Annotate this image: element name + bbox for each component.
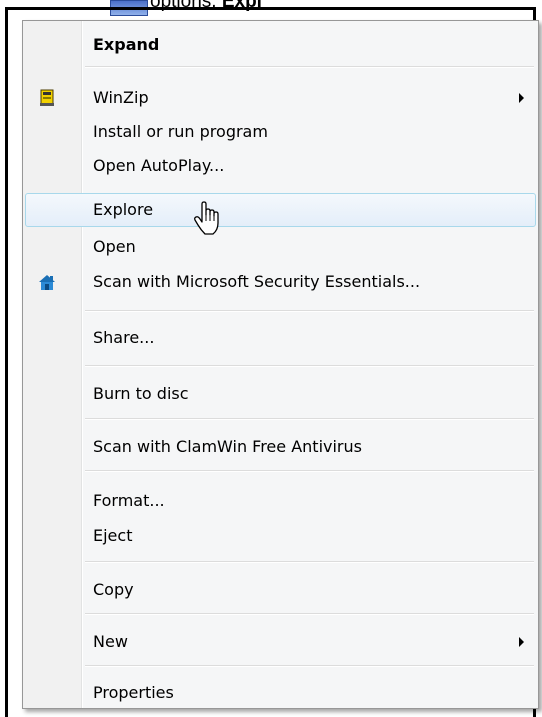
winzip-icon (37, 88, 57, 108)
menu-item-label: Scan with ClamWin Free Antivirus (93, 437, 362, 456)
menu-item-label: Explore (93, 200, 154, 219)
menu-item-label: Scan with Microsoft Security Essentials.… (93, 272, 421, 291)
menu-item-winzip[interactable]: WinZip (25, 81, 536, 115)
menu-item-explore[interactable]: Explore (25, 193, 536, 227)
menu-item-scan-clamwin[interactable]: Scan with ClamWin Free Antivirus (25, 430, 536, 464)
menu-item-expand[interactable]: Expand (25, 28, 536, 62)
menu-item-label: Copy (93, 580, 134, 599)
menu-item-label: Share... (93, 328, 155, 347)
menu-item-label: Open AutoPlay... (93, 156, 225, 175)
menu-item-label: WinZip (93, 88, 149, 107)
menu-item-label: Properties (93, 683, 174, 702)
menu-item-share[interactable]: Share... (25, 321, 536, 355)
menu-item-copy[interactable]: Copy (25, 573, 536, 607)
menu-item-properties[interactable]: Properties (25, 676, 536, 710)
menu-item-label: New (93, 632, 128, 651)
menu-separator (85, 613, 534, 615)
menu-separator (85, 418, 534, 420)
menu-item-scan-mse[interactable]: Scan with Microsoft Security Essentials.… (25, 265, 536, 299)
menu-item-format[interactable]: Format... (25, 484, 536, 518)
menu-separator (85, 470, 534, 472)
menu-item-burn-to-disc[interactable]: Burn to disc (25, 377, 536, 411)
menu-item-new[interactable]: New (25, 625, 536, 659)
menu-separator (85, 665, 534, 667)
menu-item-label: Expand (93, 35, 160, 54)
menu-item-label: Open (93, 237, 136, 256)
menu-item-eject[interactable]: Eject (25, 519, 536, 553)
menu-separator (85, 66, 534, 68)
menu-item-open-autoplay[interactable]: Open AutoPlay... (25, 149, 536, 183)
menu-separator (85, 365, 534, 367)
hand-pointer-cursor-icon (193, 201, 223, 237)
submenu-arrow-icon (519, 93, 524, 103)
context-menu: Expand WinZip Install or run program Ope… (22, 20, 539, 709)
menu-item-install-or-run-program[interactable]: Install or run program (25, 115, 536, 149)
menu-item-label: Burn to disc (93, 384, 189, 403)
menu-separator (85, 561, 534, 563)
menu-item-label: Eject (93, 526, 133, 545)
menu-item-label: Format... (93, 491, 165, 510)
microsoft-security-essentials-icon (37, 272, 57, 292)
menu-item-open[interactable]: Open (25, 230, 536, 264)
menu-separator (85, 310, 534, 312)
submenu-arrow-icon (519, 637, 524, 647)
menu-item-label: Install or run program (93, 122, 268, 141)
